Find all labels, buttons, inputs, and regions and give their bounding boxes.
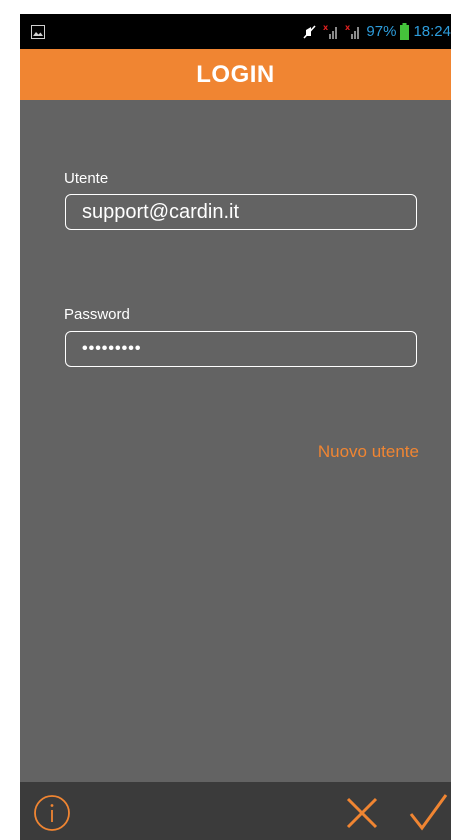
svg-text:x: x <box>345 23 351 32</box>
status-bar: x x 97% 18:24 <box>20 14 451 49</box>
user-label: Utente <box>64 170 109 187</box>
clock: 18:24 <box>413 23 451 40</box>
close-icon[interactable] <box>344 795 380 831</box>
signal-icon: x <box>323 23 338 39</box>
info-icon[interactable] <box>33 794 71 832</box>
title-bar: LOGIN <box>20 49 451 100</box>
signal-icon: x <box>345 23 360 39</box>
check-icon[interactable] <box>408 792 448 832</box>
mute-icon <box>303 24 317 39</box>
new-user-link[interactable]: Nuovo utente <box>318 442 419 462</box>
svg-text:x: x <box>323 23 329 32</box>
password-label: Password <box>64 306 130 323</box>
password-input[interactable] <box>65 331 417 367</box>
gallery-icon <box>31 25 45 39</box>
user-input[interactable] <box>65 194 417 230</box>
app-screen: x x 97% 18:24 LOGIN Utente Password Nuo <box>20 14 451 840</box>
status-indicators: x x 97% 18:24 <box>302 14 451 49</box>
battery-icon <box>400 23 410 40</box>
page-title: LOGIN <box>196 60 275 88</box>
battery-percent: 97% <box>366 23 397 40</box>
bottom-action-bar <box>20 782 451 840</box>
